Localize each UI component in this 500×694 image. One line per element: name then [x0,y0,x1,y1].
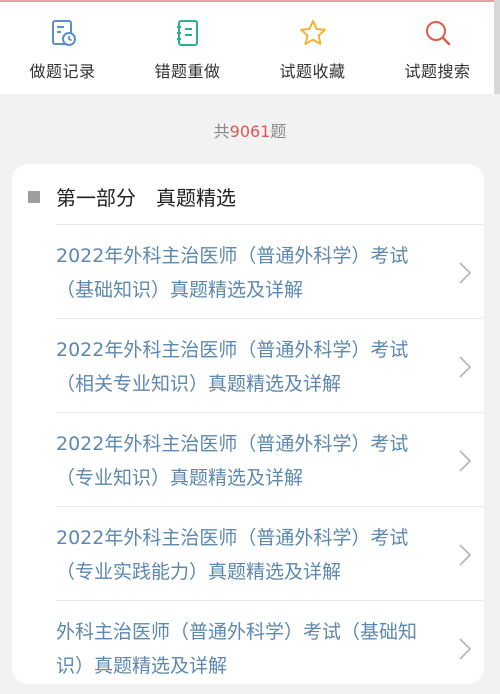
list-item-title: 2022年外科主治医师（普通外科学）考试（相关专业知识）真题精选及详解 [56,339,409,395]
list-item-title: 外科主治医师（普通外科学）考试（基础知识）真题精选及详解 [56,621,418,677]
list-item[interactable]: 2022年外科主治医师（普通外科学）考试（相关专业知识）真题精选及详解 [56,318,484,412]
list-item[interactable]: 2022年外科主治医师（普通外科学）考试（基础知识）真题精选及详解 [56,224,484,318]
toolbar-label: 试题搜索 [404,62,471,81]
exam-list: 2022年外科主治医师（普通外科学）考试（基础知识）真题精选及详解 2022年外… [56,224,484,694]
chevron-right-icon [459,356,472,378]
list-item-title: 2022年外科主治医师（普通外科学）考试（专业实践能力）真题精选及详解 [56,527,409,583]
notebook-redo-icon [176,20,198,46]
count-number: 9061 [229,122,271,141]
list-item-title: 2022年外科主治医师（普通外科学）考试（基础知识）真题精选及详解 [56,245,409,301]
chevron-right-icon [459,262,472,284]
quick-toolbar: 做题记录 错题重做 试题收藏 试题搜索 [0,2,500,94]
search-icon [425,21,450,46]
chevron-right-icon [459,544,472,566]
toolbar-label: 做题记录 [29,62,96,81]
list-item-title: 2022年外科主治医师（普通外科学）考试（专业知识）真题精选及详解 [56,433,409,489]
section-title: 第一部分 真题精选 [56,186,236,210]
chevron-right-icon [459,638,472,660]
exam-list-card: 第一部分 真题精选 2022年外科主治医师（普通外科学）考试（基础知识）真题精选… [12,164,484,684]
count-prefix: 共 [213,122,230,141]
list-item[interactable]: 2022年外科主治医师（普通外科学）考试（专业知识）真题精选及详解 [56,412,484,506]
toolbar-search[interactable]: 试题搜索 [375,2,500,94]
toolbar-favorites[interactable]: 试题收藏 [250,2,375,94]
toolbar-label: 试题收藏 [279,62,346,81]
toolbar-practice-history[interactable]: 做题记录 [0,2,125,94]
star-icon [299,20,326,45]
scrollbar[interactable] [494,0,500,94]
count-suffix: 题 [270,122,287,141]
question-count: 共9061题 [0,118,500,142]
section-header: 第一部分 真题精选 [28,182,236,211]
list-item[interactable]: 外科主治医师（普通外科学）考试（基础知识）真题精选及详解 [56,600,484,694]
history-clock-icon [51,20,76,46]
toolbar-wrong-redo[interactable]: 错题重做 [125,2,250,94]
section-square-icon [28,190,40,203]
list-item[interactable]: 2022年外科主治医师（普通外科学）考试（专业实践能力）真题精选及详解 [56,506,484,600]
toolbar-label: 错题重做 [154,62,221,81]
chevron-right-icon [459,450,472,472]
